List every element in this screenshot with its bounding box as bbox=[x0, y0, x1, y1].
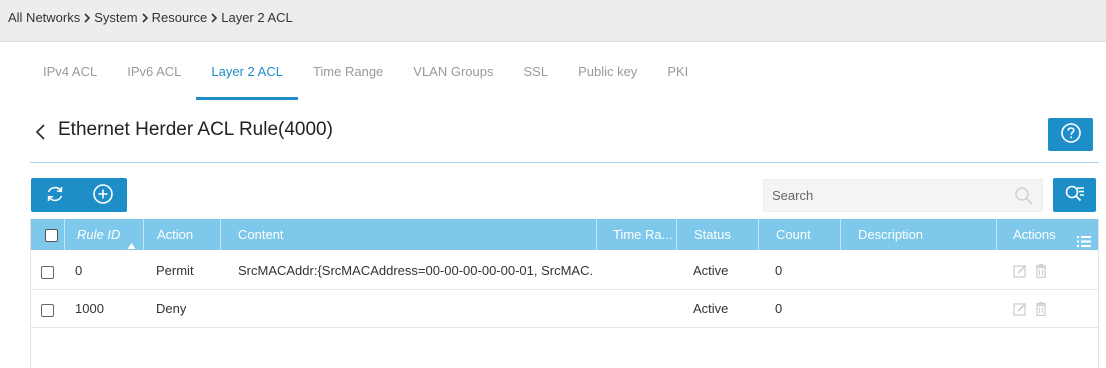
row-checkbox[interactable] bbox=[41, 266, 54, 279]
tab-time-range[interactable]: Time Range bbox=[298, 52, 398, 100]
search-box bbox=[763, 179, 1043, 212]
advanced-search-button[interactable] bbox=[1053, 178, 1096, 212]
page-title: Ethernet Herder ACL Rule(4000) bbox=[58, 119, 333, 140]
breadcrumb: All Networks System Resource Layer 2 ACL bbox=[8, 10, 293, 25]
breadcrumb-bar: All Networks System Resource Layer 2 ACL bbox=[0, 0, 1106, 42]
magnifier-icon[interactable] bbox=[1014, 186, 1034, 206]
cell-content: SrcMACAddr:{SrcMACAddress=00-00-00-00-00… bbox=[238, 263, 594, 278]
question-circle-icon bbox=[1060, 122, 1082, 147]
column-header-count[interactable]: Count bbox=[759, 219, 841, 250]
edit-icon[interactable] bbox=[1013, 302, 1027, 316]
delete-icon[interactable] bbox=[1034, 264, 1048, 279]
cell-description bbox=[857, 252, 993, 290]
cell-time-range bbox=[613, 252, 673, 290]
help-button[interactable] bbox=[1048, 118, 1093, 151]
tab-bar: IPv4 ACL IPv6 ACL Layer 2 ACL Time Range… bbox=[28, 52, 703, 100]
tab-ssl[interactable]: SSL bbox=[508, 52, 563, 100]
table-row[interactable]: 1000 Deny Active 0 bbox=[31, 290, 1098, 328]
toolbar bbox=[31, 178, 127, 212]
column-header-action[interactable]: Action bbox=[144, 219, 221, 250]
rules-table: Rule ID Action Content Time Ra... Status… bbox=[30, 219, 1099, 368]
title-divider bbox=[30, 162, 1099, 163]
edit-icon[interactable] bbox=[1013, 264, 1027, 278]
breadcrumb-item-system[interactable]: System bbox=[94, 10, 137, 25]
column-header-actions: Actions bbox=[997, 219, 1098, 250]
row-checkbox[interactable] bbox=[41, 304, 54, 317]
add-button[interactable] bbox=[79, 178, 127, 212]
table-row[interactable]: 0 Permit SrcMACAddr:{SrcMACAddress=00-00… bbox=[31, 252, 1098, 290]
tab-layer-2-acl[interactable]: Layer 2 ACL bbox=[196, 52, 298, 100]
cell-action: Permit bbox=[156, 263, 194, 278]
cell-time-range bbox=[613, 290, 673, 328]
refresh-icon bbox=[44, 183, 66, 208]
tab-ipv6-acl[interactable]: IPv6 ACL bbox=[112, 52, 196, 100]
chevron-right-icon bbox=[209, 12, 219, 23]
refresh-button[interactable] bbox=[31, 178, 79, 212]
column-header-status[interactable]: Status bbox=[677, 219, 759, 250]
breadcrumb-item-resource[interactable]: Resource bbox=[152, 10, 208, 25]
cell-status: Active bbox=[693, 263, 729, 278]
plus-circle-icon bbox=[92, 183, 114, 208]
column-header-content[interactable]: Content bbox=[221, 219, 597, 250]
header-checkbox-cell bbox=[31, 219, 65, 250]
cell-rule-id: 0 bbox=[75, 263, 83, 278]
delete-icon[interactable] bbox=[1034, 302, 1048, 317]
cell-count: 0 bbox=[775, 263, 783, 278]
column-header-description[interactable]: Description bbox=[841, 219, 997, 250]
cell-description bbox=[857, 290, 993, 328]
chevron-right-icon bbox=[82, 12, 92, 23]
tab-pki[interactable]: PKI bbox=[652, 52, 703, 100]
tab-public-key[interactable]: Public key bbox=[563, 52, 652, 100]
tab-ipv4-acl[interactable]: IPv4 ACL bbox=[28, 52, 112, 100]
chevron-left-icon[interactable] bbox=[33, 121, 49, 143]
column-header-rule-id[interactable]: Rule ID bbox=[65, 219, 144, 250]
cell-rule-id: 1000 bbox=[75, 301, 104, 316]
chevron-right-icon bbox=[140, 12, 150, 23]
cell-action: Deny bbox=[156, 301, 187, 316]
advanced-search-icon bbox=[1064, 183, 1086, 208]
breadcrumb-item-layer-2-acl: Layer 2 ACL bbox=[221, 10, 293, 25]
search-input[interactable] bbox=[764, 180, 1004, 211]
cell-count: 0 bbox=[775, 301, 783, 316]
breadcrumb-item-all-networks[interactable]: All Networks bbox=[8, 10, 80, 25]
cell-content bbox=[238, 290, 594, 328]
table-header: Rule ID Action Content Time Ra... Status… bbox=[31, 219, 1098, 250]
tab-vlan-groups[interactable]: VLAN Groups bbox=[398, 52, 508, 100]
column-header-time-range[interactable]: Time Ra... bbox=[597, 219, 677, 250]
cell-status: Active bbox=[693, 301, 729, 316]
